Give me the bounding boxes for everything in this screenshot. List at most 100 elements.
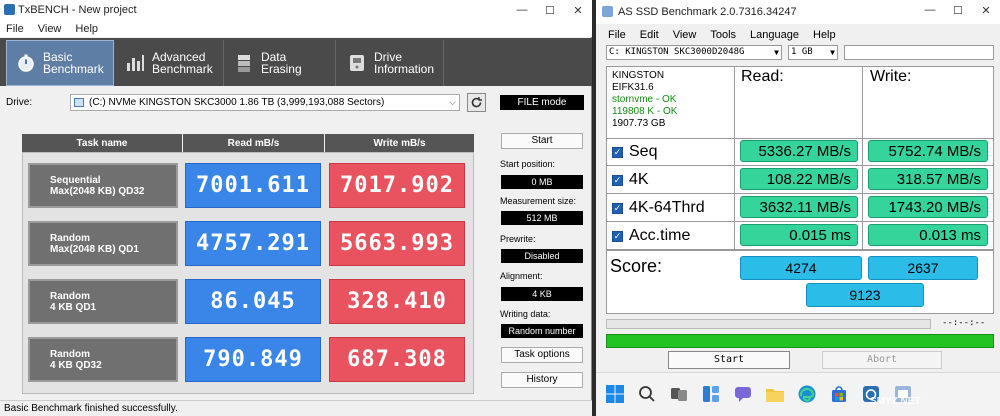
header-read: Read mB/s <box>183 134 324 152</box>
task-name-line1: Random <box>50 232 90 244</box>
tab-drive-information[interactable]: Drive Information <box>338 40 444 86</box>
alignment-status: 119808 K - OK <box>612 106 678 117</box>
close-icon[interactable]: ✕ <box>564 0 592 20</box>
tab-data-erasing[interactable]: Data Erasing <box>226 40 336 86</box>
measurement-size-value[interactable]: 512 MB <box>501 211 583 225</box>
menu-view[interactable]: View <box>673 29 697 41</box>
read-result: 790.849 <box>185 337 321 382</box>
maximize-icon[interactable]: ☐ <box>536 0 564 20</box>
refresh-button[interactable] <box>467 93 486 112</box>
seq-read-value: 5336.27 MB/s <box>740 140 858 162</box>
header-task-name: Task name <box>22 134 182 152</box>
tab-data-erasing-label: Data Erasing <box>260 50 302 76</box>
file-explorer-icon[interactable] <box>762 381 788 407</box>
overall-progress-bar <box>606 334 994 348</box>
chevron-down-icon: ⌵ <box>449 97 456 107</box>
task-random-4k-qd1[interactable]: Random 4 KB QD1 <box>28 279 178 324</box>
task-sequential-max-qd32[interactable]: Sequential Max(2048 KB) QD32 <box>28 163 178 208</box>
acc-read-value: 0.015 ms <box>740 224 858 246</box>
test-name: 4K <box>629 171 649 188</box>
drive-info-icon <box>346 52 368 74</box>
file-mode-badge[interactable]: FILE mode <box>500 95 584 110</box>
menu-help[interactable]: Help <box>75 23 98 35</box>
drive-icon <box>74 98 84 107</box>
task-name-line1: Sequential <box>50 174 101 186</box>
4k64-write-value: 1743.20 MB/s <box>868 196 988 218</box>
driver-status: stornvme - OK <box>612 94 677 105</box>
chevron-down-icon: ▼ <box>774 48 779 57</box>
tab-advanced-line2: Benchmark <box>152 62 213 76</box>
test-progress-bar <box>606 319 931 329</box>
checkbox-4k[interactable]: ✓ <box>612 174 623 186</box>
txbench-title: TxBENCH - New project <box>18 4 137 16</box>
search-icon[interactable] <box>634 381 660 407</box>
score-total: 9123 <box>806 283 924 307</box>
alignment-value[interactable]: 4 KB <box>501 287 583 301</box>
minimize-icon[interactable]: — <box>508 0 536 20</box>
seq-write-value: 5752.74 MB/s <box>868 140 988 162</box>
write-result: 687.308 <box>329 337 465 382</box>
stopwatch-icon <box>15 52 37 74</box>
chat-icon[interactable] <box>730 381 756 407</box>
menu-file[interactable]: File <box>6 23 24 35</box>
task-random-max-qd1[interactable]: Random Max(2048 KB) QD1 <box>28 221 178 266</box>
write-result: 5663.993 <box>329 221 465 266</box>
checkbox-acc-time[interactable]: ✓ <box>612 230 623 242</box>
menu-help[interactable]: Help <box>813 29 836 41</box>
write-header: Write: <box>870 68 912 85</box>
drive-select-value: C: KINGSTON SKC3000D2048G <box>609 47 745 57</box>
tab-drive-line2: Information <box>374 62 435 76</box>
maximize-icon[interactable]: ☐ <box>944 0 972 20</box>
start-button[interactable]: Start <box>668 351 790 369</box>
size-select[interactable]: 1 GB ▼ <box>788 45 838 60</box>
chevron-down-icon: ▼ <box>830 48 835 57</box>
menu-edit[interactable]: Edit <box>640 29 659 41</box>
task-view-icon[interactable] <box>666 381 692 407</box>
menu-file[interactable]: File <box>608 29 626 41</box>
menu-tools[interactable]: Tools <box>710 29 736 41</box>
abort-button[interactable]: Abort <box>822 351 942 369</box>
edge-icon[interactable] <box>794 381 820 407</box>
windows-start-icon[interactable] <box>602 381 628 407</box>
store-icon[interactable] <box>826 381 852 407</box>
checkbox-seq[interactable]: ✓ <box>612 146 623 158</box>
task-name-line1: Random <box>50 348 90 360</box>
asssd-menubar: File Edit View Tools Language Help <box>596 26 1000 43</box>
elapsed-time: --:--:-- <box>942 318 986 328</box>
history-button[interactable]: History <box>501 372 583 388</box>
writing-data-value[interactable]: Random number <box>501 324 583 338</box>
start-position-label: Start position: <box>500 159 556 169</box>
test-name: 4K-64Thrd <box>629 199 705 216</box>
score-label: Score: <box>610 256 663 276</box>
drive-select[interactable]: (C:) NVMe KINGSTON SKC3000 1.86 TB (3,99… <box>70 94 460 111</box>
drive-select[interactable]: C: KINGSTON SKC3000D2048G ▼ <box>606 45 782 60</box>
start-position-value[interactable]: 0 MB <box>501 175 583 189</box>
task-options-button[interactable]: Task options <box>501 347 583 363</box>
drive-select-value: (C:) NVMe KINGSTON SKC3000 1.86 TB (3,99… <box>89 97 385 108</box>
score-write: 2637 <box>868 256 978 280</box>
txbench-app-icon <box>4 4 15 15</box>
task-random-4k-qd32[interactable]: Random 4 KB QD32 <box>28 337 178 382</box>
watermark: SMYZ.NET <box>870 396 921 407</box>
minimize-icon[interactable]: — <box>916 0 944 20</box>
close-icon[interactable]: ✕ <box>972 0 1000 20</box>
menu-view[interactable]: View <box>38 23 62 35</box>
asssd-title: AS SSD Benchmark 2.0.7316.34247 <box>618 6 797 18</box>
task-name-line1: Random <box>50 290 90 302</box>
checkbox-4k-64thrd[interactable]: ✓ <box>612 202 623 214</box>
txbench-window: TxBENCH - New project — ☐ ✕ File View He… <box>0 0 592 416</box>
test-row-4k-64thrd: ✓ 4K-64Thrd <box>608 194 734 222</box>
extra-field[interactable] <box>844 45 994 60</box>
menu-language[interactable]: Language <box>750 29 799 41</box>
start-button[interactable]: Start <box>501 133 583 149</box>
tab-basic-benchmark[interactable]: Basic Benchmark <box>6 40 114 86</box>
txbench-tabs: Basic Benchmark Advanced Benchmark Data Er… <box>0 38 592 86</box>
writing-data-label: Writing data: <box>500 309 551 319</box>
widgets-icon[interactable] <box>698 381 724 407</box>
tab-advanced-benchmark[interactable]: Advanced Benchmark <box>116 40 224 86</box>
prewrite-value[interactable]: Disabled <box>501 249 583 263</box>
status-bar: Basic Benchmark finished successfully. <box>0 400 592 416</box>
txbench-titlebar: TxBENCH - New project — ☐ ✕ <box>0 0 592 20</box>
measurement-size-label: Measurement size: <box>500 196 577 206</box>
read-result: 86.045 <box>185 279 321 324</box>
